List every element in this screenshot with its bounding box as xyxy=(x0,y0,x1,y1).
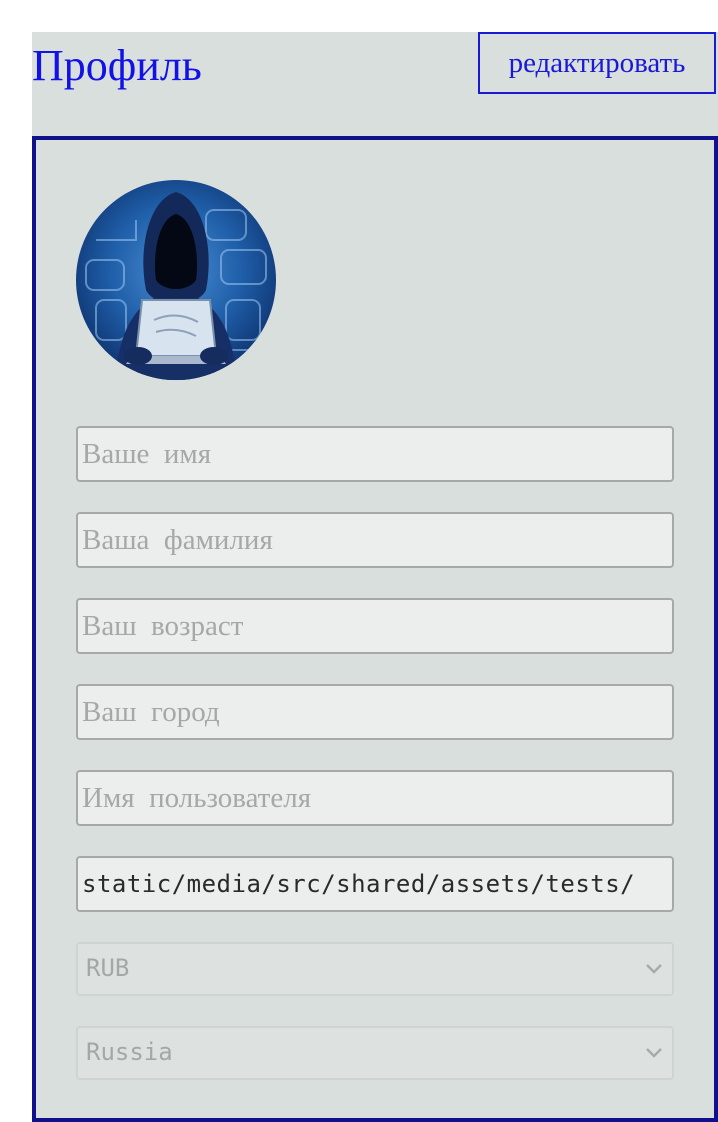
last-name-input[interactable] xyxy=(76,512,674,568)
country-select-value: Russia xyxy=(86,1038,173,1066)
chevron-down-icon xyxy=(646,1048,662,1058)
hooded-hacker-avatar-icon xyxy=(76,180,276,380)
country-select[interactable]: Russia xyxy=(76,1026,674,1080)
edit-button[interactable]: редактировать xyxy=(478,32,716,94)
chevron-down-icon xyxy=(646,964,662,974)
profile-header: Профиль редактировать xyxy=(32,32,718,136)
image-path-input[interactable] xyxy=(76,856,674,912)
currency-select[interactable]: RUB xyxy=(76,942,674,996)
username-input[interactable] xyxy=(76,770,674,826)
page-title: Профиль xyxy=(32,41,202,90)
city-input[interactable] xyxy=(76,684,674,740)
avatar xyxy=(76,180,276,380)
profile-card: RUB Russia xyxy=(32,136,718,1122)
age-input[interactable] xyxy=(76,598,674,654)
currency-select-value: RUB xyxy=(86,954,130,982)
first-name-input[interactable] xyxy=(76,426,674,482)
